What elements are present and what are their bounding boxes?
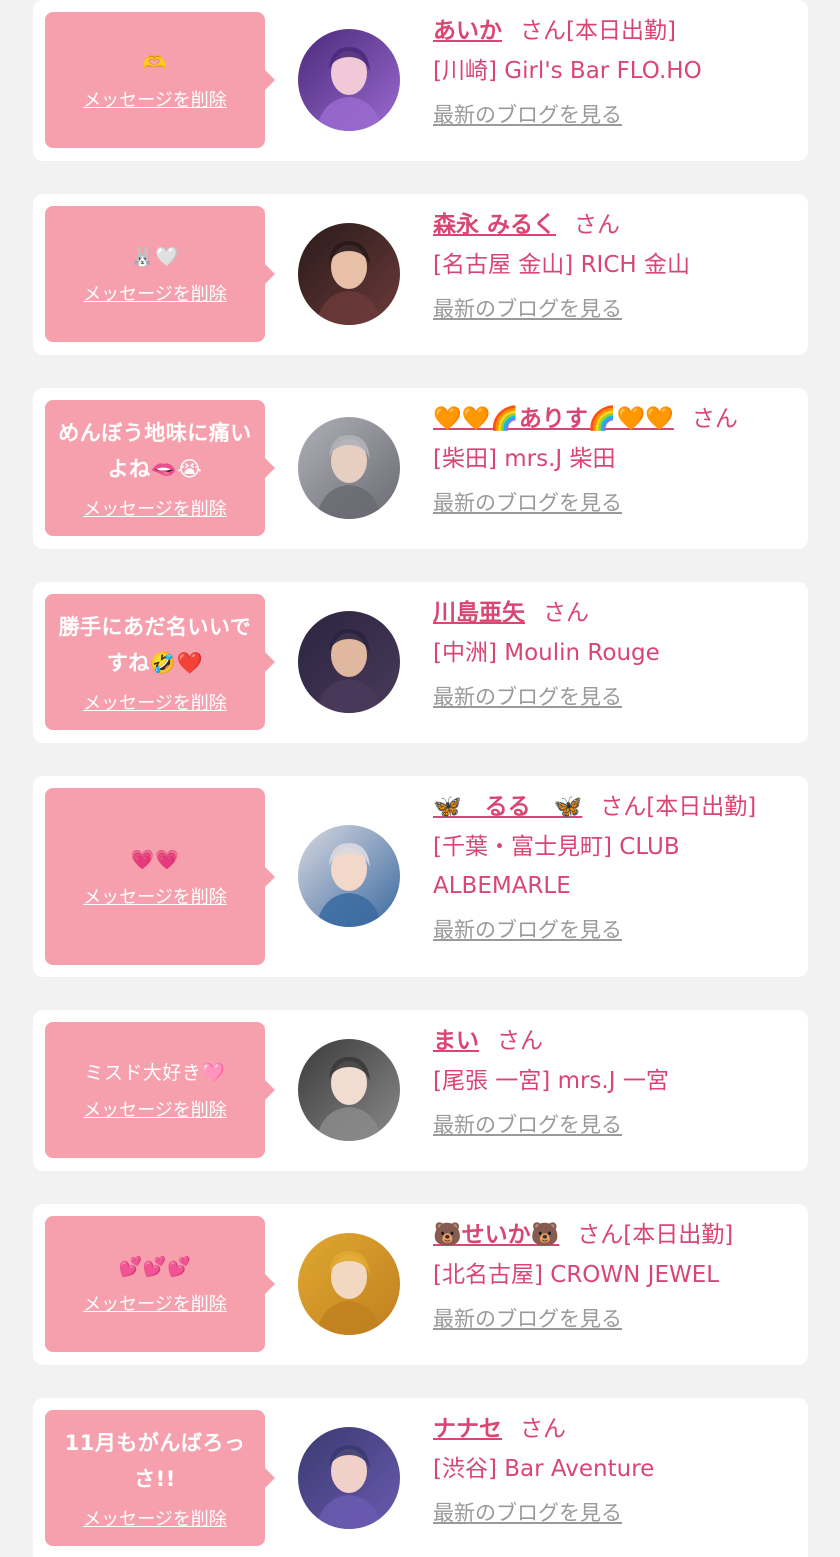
name-line: 川島亜矢 さん xyxy=(433,598,803,628)
cast-name-link[interactable]: 森永 みるく xyxy=(433,212,556,238)
name-line: あいか さん[本日出勤] xyxy=(433,16,803,46)
avatar[interactable] xyxy=(298,611,400,713)
message-text: 💕💕💕 xyxy=(118,1256,192,1278)
latest-blog-link[interactable]: 最新のブログを見る xyxy=(433,295,622,323)
shop-name: [尾張 一宮] mrs.J 一宮 xyxy=(433,1068,669,1094)
cast-info: 🧡🧡🌈ありす🌈🧡🧡 さん [柴田] mrs.J 柴田 最新のブログを見る xyxy=(433,404,803,517)
attendance-status: [本日出勤] xyxy=(646,794,757,820)
message-text: めんぼう地味に痛いよね🫦😭 xyxy=(58,421,252,481)
honorific: さん xyxy=(520,1416,566,1442)
message-card: 💗💗 メッセージを削除 🦋 るる 🦋 さん[本日出勤] [千葉・富士見町] CLUB A… xyxy=(33,776,808,977)
delete-message-link[interactable]: メッセージを削除 xyxy=(83,86,227,112)
message-card: 💕💕💕 メッセージを削除 🐻せいか🐻 さん[本日出勤] [北名古屋] CROWN JEW… xyxy=(33,1204,808,1365)
latest-blog-link[interactable]: 最新のブログを見る xyxy=(433,1499,622,1527)
honorific: さん xyxy=(574,212,621,238)
latest-blog-link[interactable]: 最新のブログを見る xyxy=(433,683,622,711)
message-list: 🫶 メッセージを削除 あいか さん[本日出勤] [川崎] Girl's Bar FLO.… xyxy=(0,0,840,1557)
cast-info: 🐻せいか🐻 さん[本日出勤] [北名古屋] CROWN JEWEL 最新のブログを見る xyxy=(433,1220,803,1333)
message-text: 勝手にあだ名いいですね🤣❤️ xyxy=(58,615,252,675)
delete-message-link[interactable]: メッセージを削除 xyxy=(83,689,227,715)
cast-name-link[interactable]: 川島亜矢 xyxy=(433,600,525,626)
message-card: めんぼう地味に痛いよね🫦😭 メッセージを削除 🧡🧡🌈ありす🌈🧡🧡 さん [柴田] mrs… xyxy=(33,388,808,549)
name-line: ナナセ さん xyxy=(433,1414,803,1444)
cast-name-link[interactable]: あいか xyxy=(433,18,502,44)
shop-name: [渋谷] Bar Aventure xyxy=(433,1456,655,1482)
message-card: 勝手にあだ名いいですね🤣❤️ メッセージを削除 川島亜矢 さん [中洲] Moulin … xyxy=(33,582,808,743)
shop-name: [中洲] Moulin Rouge xyxy=(433,640,660,666)
message-bubble: 💕💕💕 メッセージを削除 xyxy=(45,1216,275,1352)
message-bubble: 🐰🤍 メッセージを削除 xyxy=(45,206,275,342)
message-bubble: 💗💗 メッセージを削除 xyxy=(45,788,275,965)
avatar[interactable] xyxy=(298,1233,400,1335)
name-line: 🧡🧡🌈ありす🌈🧡🧡 さん xyxy=(433,404,803,434)
cast-info: 🦋 るる 🦋 さん[本日出勤] [千葉・富士見町] CLUB ALBEMARLE 最新… xyxy=(433,792,803,944)
latest-blog-link[interactable]: 最新のブログを見る xyxy=(433,916,622,944)
delete-message-link[interactable]: メッセージを削除 xyxy=(83,495,227,521)
latest-blog-link[interactable]: 最新のブログを見る xyxy=(433,1305,622,1333)
shop-name: [北名古屋] CROWN JEWEL xyxy=(433,1262,720,1288)
honorific: さん xyxy=(600,794,647,820)
shop-name: [名古屋 金山] RICH 金山 xyxy=(433,252,690,278)
honorific: さん xyxy=(520,18,566,44)
delete-message-link[interactable]: メッセージを削除 xyxy=(83,1505,227,1531)
message-bubble: 勝手にあだ名いいですね🤣❤️ メッセージを削除 xyxy=(45,594,275,730)
cast-name-link[interactable]: ナナセ xyxy=(433,1416,502,1442)
delete-message-link[interactable]: メッセージを削除 xyxy=(83,1096,227,1122)
name-line: 森永 みるく さん xyxy=(433,210,803,240)
name-line: 🦋 るる 🦋 さん[本日出勤] xyxy=(433,792,803,822)
honorific: さん xyxy=(497,1028,543,1054)
delete-message-link[interactable]: メッセージを削除 xyxy=(83,1290,227,1316)
delete-message-link[interactable]: メッセージを削除 xyxy=(83,280,227,306)
message-card: 🐰🤍 メッセージを削除 森永 みるく さん [名古屋 金山] RICH 金山 最新のブログ… xyxy=(33,194,808,355)
cast-name-link[interactable]: 🦋 るる 🦋 xyxy=(433,794,582,820)
message-bubble: 🫶 メッセージを削除 xyxy=(45,12,275,148)
latest-blog-link[interactable]: 最新のブログを見る xyxy=(433,489,622,517)
honorific: さん xyxy=(691,406,738,432)
shop-name: [千葉・富士見町] CLUB ALBEMARLE xyxy=(433,834,680,899)
message-text: 💗💗 xyxy=(130,848,180,871)
attendance-status: [本日出勤] xyxy=(623,1222,734,1248)
message-card: 🫶 メッセージを削除 あいか さん[本日出勤] [川崎] Girl's Bar FLO.… xyxy=(33,0,808,161)
attendance-status: [本日出勤] xyxy=(566,18,676,44)
shop-name: [柴田] mrs.J 柴田 xyxy=(433,446,616,472)
message-bubble: ミスド大好き🩷 メッセージを削除 xyxy=(45,1022,275,1158)
latest-blog-link[interactable]: 最新のブログを見る xyxy=(433,101,622,129)
name-line: 🐻せいか🐻 さん[本日出勤] xyxy=(433,1220,803,1250)
cast-info: あいか さん[本日出勤] [川崎] Girl's Bar FLO.HO 最新のブログを… xyxy=(433,16,803,129)
cast-info: 森永 みるく さん [名古屋 金山] RICH 金山 最新のブログを見る xyxy=(433,210,803,323)
message-bubble: 11月もがんばろっさ!! メッセージを削除 xyxy=(45,1410,275,1546)
cast-name-link[interactable]: まい xyxy=(433,1028,479,1054)
cast-info: ナナセ さん [渋谷] Bar Aventure 最新のブログを見る xyxy=(433,1414,803,1527)
honorific: さん xyxy=(577,1222,624,1248)
avatar[interactable] xyxy=(298,825,400,927)
avatar[interactable] xyxy=(298,1039,400,1141)
honorific: さん xyxy=(543,600,589,626)
message-bubble: めんぼう地味に痛いよね🫦😭 メッセージを削除 xyxy=(45,400,275,536)
name-line: まい さん xyxy=(433,1026,803,1056)
message-text: 🐰🤍 xyxy=(130,246,180,268)
message-text: 🫶 xyxy=(142,52,168,74)
cast-name-link[interactable]: 🧡🧡🌈ありす🌈🧡🧡 xyxy=(433,406,674,432)
latest-blog-link[interactable]: 最新のブログを見る xyxy=(433,1111,622,1139)
delete-message-link[interactable]: メッセージを削除 xyxy=(83,883,227,909)
cast-info: まい さん [尾張 一宮] mrs.J 一宮 最新のブログを見る xyxy=(433,1026,803,1139)
cast-name-link[interactable]: 🐻せいか🐻 xyxy=(433,1222,559,1248)
shop-name: [川崎] Girl's Bar FLO.HO xyxy=(433,58,702,84)
message-text: 11月もがんばろっさ!! xyxy=(64,1431,246,1491)
avatar[interactable] xyxy=(298,417,400,519)
avatar[interactable] xyxy=(298,29,400,131)
message-card: ミスド大好き🩷 メッセージを削除 まい さん [尾張 一宮] mrs.J 一宮 最新のブロ… xyxy=(33,1010,808,1171)
avatar[interactable] xyxy=(298,223,400,325)
message-text: ミスド大好き🩷 xyxy=(84,1062,226,1084)
message-card: 11月もがんばろっさ!! メッセージを削除 ナナセ さん [渋谷] Bar Aventu… xyxy=(33,1398,808,1557)
cast-info: 川島亜矢 さん [中洲] Moulin Rouge 最新のブログを見る xyxy=(433,598,803,711)
avatar[interactable] xyxy=(298,1427,400,1529)
